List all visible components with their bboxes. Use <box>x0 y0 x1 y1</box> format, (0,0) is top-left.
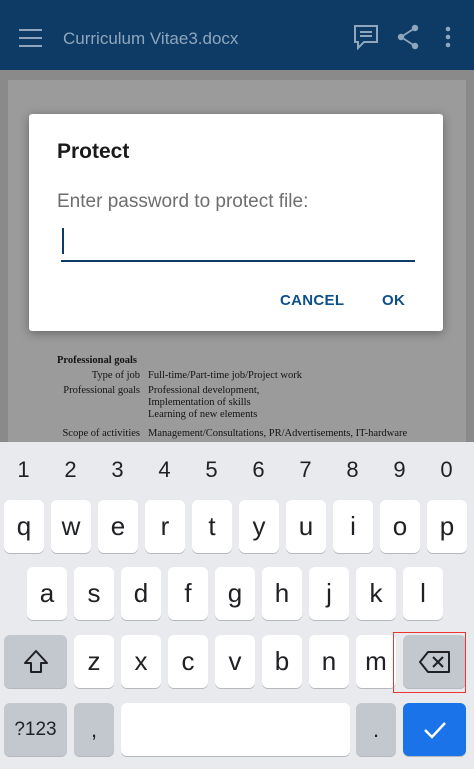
highlight-box <box>393 632 466 693</box>
key-y[interactable]: y <box>239 500 279 553</box>
key-m[interactable]: m <box>356 635 396 688</box>
more-vert-icon[interactable] <box>433 22 463 52</box>
key-e[interactable]: e <box>98 500 138 553</box>
symbols-key[interactable]: ?123 <box>4 703 67 756</box>
key-2[interactable]: 2 <box>47 457 94 483</box>
row-label: Scope of activities <box>62 428 140 439</box>
share-icon[interactable] <box>393 22 423 52</box>
key-b[interactable]: b <box>262 635 302 688</box>
key-c[interactable]: c <box>168 635 208 688</box>
comments-icon[interactable] <box>351 22 381 52</box>
row-label: Professional goals <box>63 385 140 396</box>
protect-dialog: Protect Enter password to protect file: … <box>29 114 443 331</box>
key-6[interactable]: 6 <box>235 457 282 483</box>
shift-key[interactable] <box>4 635 67 688</box>
key-1[interactable]: 1 <box>0 457 47 483</box>
key-v[interactable]: v <box>215 635 255 688</box>
key-o[interactable]: o <box>380 500 420 553</box>
key-8[interactable]: 8 <box>329 457 376 483</box>
dialog-prompt: Enter password to protect file: <box>57 191 309 212</box>
key-d[interactable]: d <box>121 567 161 620</box>
row-value: Implementation of skills <box>148 397 251 408</box>
menu-icon[interactable] <box>19 29 42 47</box>
key-0[interactable]: 0 <box>423 457 470 483</box>
key-f[interactable]: f <box>168 567 208 620</box>
key-k[interactable]: k <box>356 567 396 620</box>
password-input[interactable] <box>61 224 415 262</box>
enter-key[interactable] <box>403 703 466 756</box>
key-u[interactable]: u <box>286 500 326 553</box>
key-7[interactable]: 7 <box>282 457 329 483</box>
key-4[interactable]: 4 <box>141 457 188 483</box>
space-bar[interactable] <box>121 703 350 756</box>
key-s[interactable]: s <box>74 567 114 620</box>
key-n[interactable]: n <box>309 635 349 688</box>
key-j[interactable]: j <box>309 567 349 620</box>
row-value: Learning of new elements <box>148 409 258 420</box>
on-screen-keyboard: 1 2 3 4 5 6 7 8 9 0 q w e r t y u i o p … <box>0 442 474 769</box>
key-3[interactable]: 3 <box>94 457 141 483</box>
period-key[interactable]: . <box>356 703 396 756</box>
app-bar: Curriculum Vitae3.docx <box>0 0 474 70</box>
row-value: Full-time/Part-time job/Project work <box>148 370 302 381</box>
text-cursor <box>62 228 64 254</box>
key-w[interactable]: w <box>51 500 91 553</box>
doc-row: Type of job Full-time/Part-time job/Proj… <box>0 370 474 383</box>
checkmark-icon <box>423 722 446 739</box>
key-9[interactable]: 9 <box>376 457 423 483</box>
row-value: Professional development, <box>148 385 260 396</box>
section-heading: Professional goals <box>57 355 138 366</box>
key-r[interactable]: r <box>145 500 185 553</box>
doc-row: Learning of new elements <box>0 409 474 422</box>
dialog-title: Protect <box>57 140 130 163</box>
key-h[interactable]: h <box>262 567 302 620</box>
key-q[interactable]: q <box>4 500 44 553</box>
key-g[interactable]: g <box>215 567 255 620</box>
key-l[interactable]: l <box>403 567 443 620</box>
key-t[interactable]: t <box>192 500 232 553</box>
key-z[interactable]: z <box>74 635 114 688</box>
comma-key[interactable]: , <box>74 703 114 756</box>
ok-button[interactable]: OK <box>382 292 405 309</box>
doc-row: Scope of activities Management/Consultat… <box>0 428 474 441</box>
shift-icon <box>23 650 48 673</box>
key-p[interactable]: p <box>427 500 467 553</box>
cancel-button[interactable]: CANCEL <box>280 292 344 309</box>
key-i[interactable]: i <box>333 500 373 553</box>
key-a[interactable]: a <box>27 567 67 620</box>
document-title: Curriculum Vitae3.docx <box>63 29 239 48</box>
key-5[interactable]: 5 <box>188 457 235 483</box>
row-value: Management/Consultations, PR/Advertiseme… <box>148 428 408 439</box>
row-label: Type of job <box>91 370 140 381</box>
key-x[interactable]: x <box>121 635 161 688</box>
